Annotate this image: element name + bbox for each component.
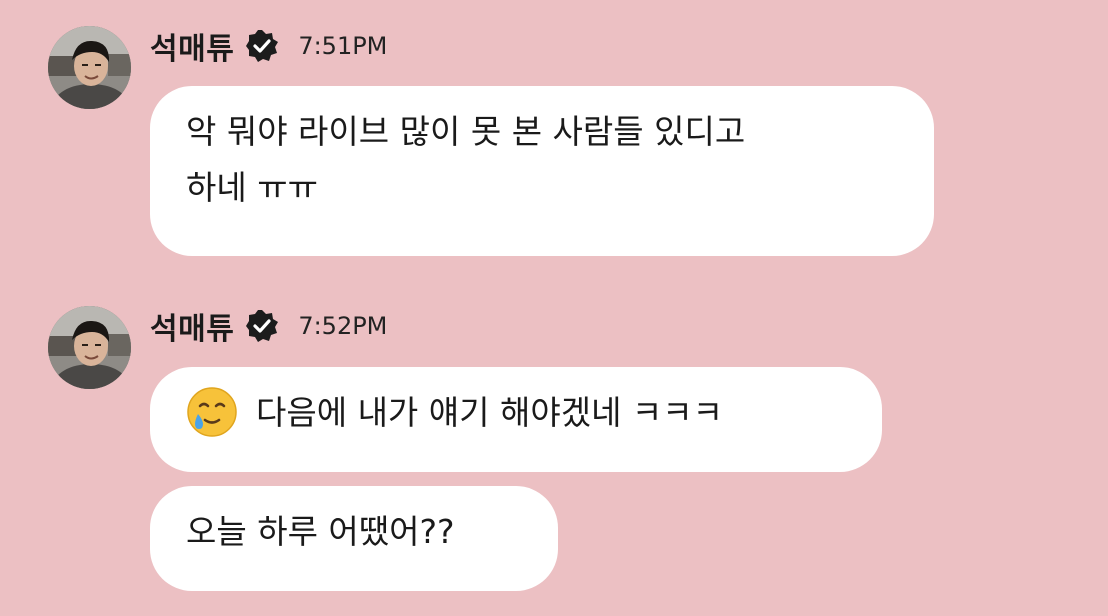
timestamp: 7:52PM	[298, 312, 388, 340]
message-text: 오늘 하루 어땠어??	[186, 512, 455, 551]
verified-badge-icon	[246, 30, 279, 62]
message-text-line: 하네 ㅠㅠ	[186, 168, 318, 207]
message-header: 석매튜 7:52PM	[150, 304, 388, 348]
verified-badge-icon	[246, 310, 279, 342]
avatar[interactable]	[48, 26, 131, 109]
message-text-line: 악 뭐야 라이브 많이 못 본 사람들 있디고	[186, 112, 746, 151]
smiling-face-with-tear-icon	[187, 386, 237, 437]
message-text: 다음에 내가 얘기 해야겠네 ㅋㅋㅋ	[256, 393, 723, 432]
avatar[interactable]	[48, 306, 131, 389]
timestamp: 7:51PM	[298, 32, 388, 60]
message-bubble[interactable]: 오늘 하루 어땠어??	[150, 486, 558, 591]
sender-name[interactable]: 석매튜	[150, 304, 234, 348]
message-bubble[interactable]: 악 뭐야 라이브 많이 못 본 사람들 있디고 하네 ㅠㅠ	[150, 86, 934, 256]
profile-photo	[48, 306, 131, 389]
message-bubble[interactable]: 다음에 내가 얘기 해야겠네 ㅋㅋㅋ	[150, 367, 882, 472]
profile-photo	[48, 26, 131, 109]
message-header: 석매튜 7:51PM	[150, 24, 388, 68]
sender-name[interactable]: 석매튜	[150, 24, 234, 68]
